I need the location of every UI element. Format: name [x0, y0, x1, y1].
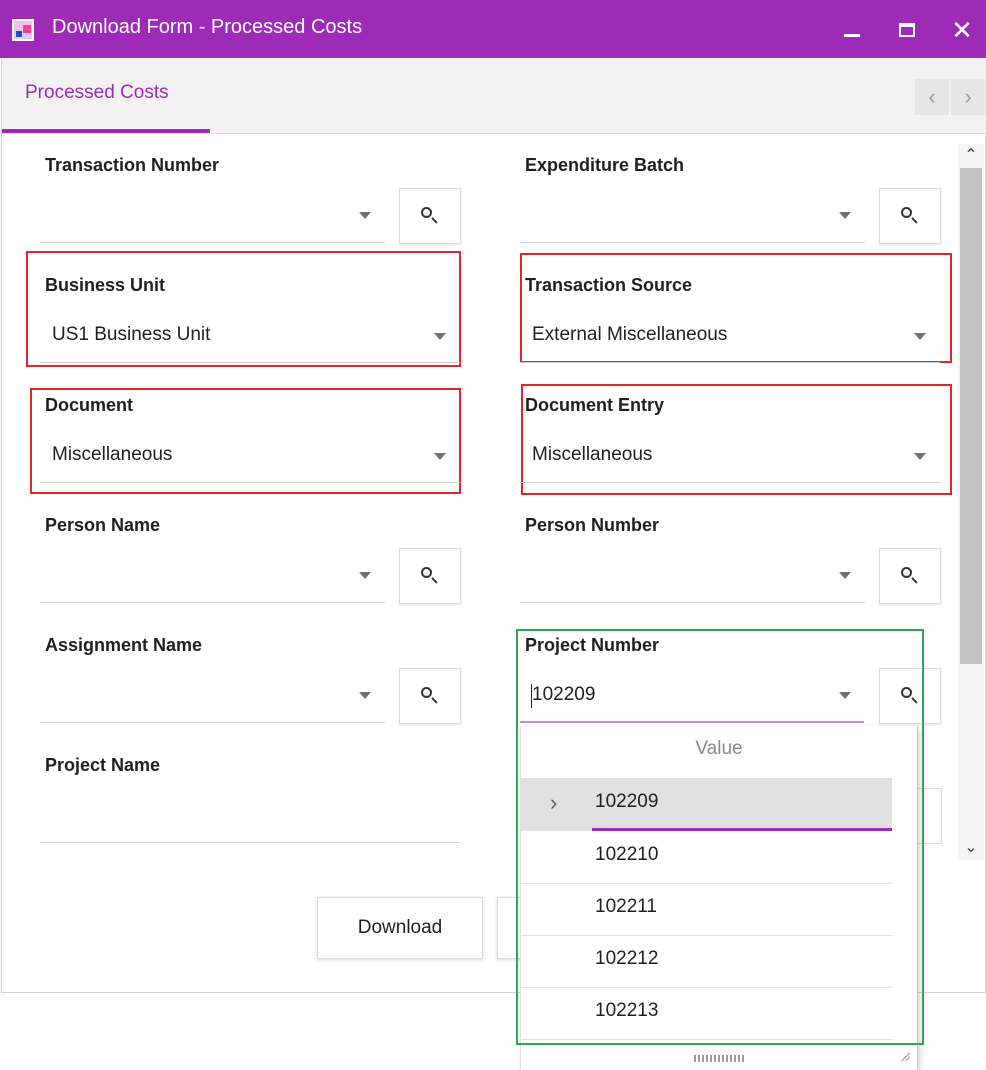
- transaction-source-select[interactable]: External Miscellaneous: [532, 324, 727, 346]
- dropdown-resize-grip[interactable]: [900, 1051, 910, 1061]
- project-number-highlight: [516, 629, 924, 1045]
- dropdown-caret-icon[interactable]: [359, 212, 371, 219]
- tab-processed-costs[interactable]: Processed Costs: [25, 82, 169, 104]
- dropdown-caret-icon[interactable]: [839, 572, 851, 579]
- transaction-number-search-button[interactable]: [399, 188, 461, 244]
- download-button[interactable]: Download: [317, 897, 483, 959]
- project-name-label: Project Name: [45, 755, 161, 775]
- person-number-underline: [520, 602, 865, 603]
- transaction-source-underline: [520, 362, 940, 363]
- assignment-name-search-button[interactable]: [399, 668, 461, 724]
- person-name-label: Person Name: [45, 515, 161, 535]
- search-icon: [901, 567, 919, 585]
- search-icon: [421, 687, 439, 705]
- business-unit-label: Business Unit: [45, 275, 166, 295]
- scrollbar-thumb[interactable]: [960, 168, 982, 664]
- minimize-button[interactable]: [832, 10, 872, 50]
- search-icon: [421, 207, 439, 225]
- person-number-search-button[interactable]: [879, 548, 941, 604]
- expenditure-batch-underline: [520, 242, 865, 243]
- business-unit-select[interactable]: US1 Business Unit: [52, 324, 210, 346]
- window-title: Download Form - Processed Costs: [52, 16, 363, 38]
- chevron-left-icon: ‹: [928, 84, 936, 109]
- transaction-source-label: Transaction Source: [525, 275, 693, 295]
- dropdown-caret-icon[interactable]: [434, 333, 446, 340]
- transaction-source-highlight: [520, 253, 952, 363]
- maximize-icon: [899, 23, 915, 37]
- minimize-icon: [844, 33, 860, 37]
- dropdown-caret-icon[interactable]: [914, 453, 926, 460]
- chevron-down-icon: ⌄: [964, 839, 978, 856]
- person-number-label: Person Number: [525, 515, 660, 535]
- assignment-name-label: Assignment Name: [45, 635, 203, 655]
- close-button[interactable]: ✕: [942, 10, 982, 50]
- dropdown-caret-icon[interactable]: [839, 212, 851, 219]
- active-tab-indicator: [2, 129, 210, 133]
- dropdown-caret-icon[interactable]: [359, 572, 371, 579]
- document-label: Document: [45, 395, 134, 415]
- dropdown-caret-icon[interactable]: [434, 453, 446, 460]
- business-unit-highlight: [26, 251, 461, 367]
- chevron-right-icon: ›: [964, 84, 972, 109]
- dropdown-horizontal-scroll-grip[interactable]: [694, 1055, 746, 1062]
- expenditure-batch-search-button[interactable]: [879, 188, 941, 244]
- dropdown-caret-icon[interactable]: [914, 333, 926, 340]
- scroll-up-button[interactable]: ⌃: [960, 144, 982, 166]
- expenditure-batch-label: Expenditure Batch: [525, 155, 685, 175]
- document-entry-select[interactable]: Miscellaneous: [532, 444, 652, 466]
- document-underline: [40, 482, 460, 483]
- search-icon: [901, 207, 919, 225]
- transaction-number-underline: [40, 242, 385, 243]
- dropdown-caret-icon[interactable]: [359, 692, 371, 699]
- scroll-down-button[interactable]: ⌄: [960, 836, 982, 858]
- transaction-number-label: Transaction Number: [45, 155, 220, 175]
- assignment-name-underline: [40, 722, 385, 723]
- person-name-search-button[interactable]: [399, 548, 461, 604]
- document-select[interactable]: Miscellaneous: [52, 444, 172, 466]
- document-entry-label: Document Entry: [525, 395, 665, 415]
- chevron-up-icon: ⌃: [964, 147, 978, 164]
- app-icon: [12, 19, 34, 41]
- tab-next-button[interactable]: ›: [951, 79, 985, 115]
- maximize-button[interactable]: [887, 10, 927, 50]
- person-name-underline: [40, 602, 385, 603]
- search-icon: [421, 567, 439, 585]
- business-unit-underline: [40, 362, 460, 363]
- tab-prev-button[interactable]: ‹: [915, 79, 949, 115]
- document-entry-underline: [520, 482, 940, 483]
- project-name-underline: [40, 842, 460, 843]
